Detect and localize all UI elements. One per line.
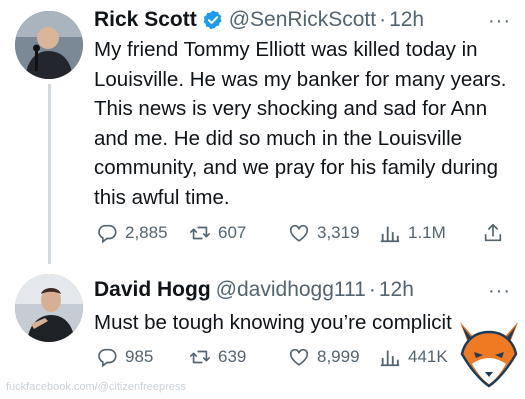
reply-button[interactable]: 2,885 xyxy=(96,222,168,244)
author-handle[interactable]: @davidhogg111 xyxy=(216,278,366,302)
like-button[interactable]: 8,999 xyxy=(288,346,360,368)
avatar[interactable] xyxy=(15,274,83,342)
timestamp[interactable]: 12h xyxy=(389,8,424,32)
more-options-icon[interactable]: ··· xyxy=(488,280,511,303)
avatar[interactable] xyxy=(15,11,83,79)
author-name[interactable]: Rick Scott xyxy=(94,8,197,32)
repost-icon xyxy=(190,350,210,364)
like-icon xyxy=(289,224,309,242)
like-icon xyxy=(289,348,309,366)
reply-icon xyxy=(98,348,117,368)
timestamp[interactable]: 12h xyxy=(379,278,414,302)
repost-count: 607 xyxy=(218,223,247,242)
tweet-actions: 2,885 607 3,319 1.1M xyxy=(94,222,511,248)
views-button[interactable]: 441K xyxy=(379,346,448,368)
repost-icon xyxy=(190,226,210,240)
reply-count: 985 xyxy=(125,347,154,366)
view-count: 441K xyxy=(408,347,448,366)
tweet-text: My friend Tommy Elliott was killed today… xyxy=(94,38,507,209)
watermark: fuckfacebook.com/@citizenfreepress xyxy=(6,381,186,393)
views-icon xyxy=(380,350,400,367)
tweet-header: David Hogg @davidhogg111 · 12h xyxy=(94,276,414,304)
tweet-rick-scott[interactable]: Rick Scott @SenRickScott · 12h ··· My fr… xyxy=(0,0,525,264)
fox-logo-icon xyxy=(460,322,518,388)
share-icon xyxy=(484,223,502,242)
author-handle[interactable]: @SenRickScott xyxy=(229,8,376,32)
view-count: 1.1M xyxy=(408,223,446,242)
like-count: 8,999 xyxy=(317,347,360,366)
reply-count: 2,885 xyxy=(125,223,168,242)
views-button[interactable]: 1.1M xyxy=(379,222,446,244)
like-button[interactable]: 3,319 xyxy=(288,222,360,244)
tweet-text: Must be tough knowing you’re complicit xyxy=(94,311,452,334)
share-button[interactable] xyxy=(482,222,511,244)
person-at-microphone-avatar-icon xyxy=(15,11,83,79)
like-count: 3,319 xyxy=(317,223,360,242)
tweet-actions: 985 639 8,999 441K xyxy=(94,346,511,372)
person-speaking-avatar-icon xyxy=(15,274,83,342)
tweet-david-hogg[interactable]: David Hogg @davidhogg111 · 12h ··· Must … xyxy=(0,262,525,399)
repost-button[interactable]: 639 xyxy=(189,346,246,368)
repost-button[interactable]: 607 xyxy=(189,222,246,244)
repost-count: 639 xyxy=(218,347,247,366)
reply-button[interactable]: 985 xyxy=(96,346,153,368)
verified-badge-icon xyxy=(203,10,222,30)
reply-icon xyxy=(98,224,117,244)
more-options-icon[interactable]: ··· xyxy=(488,10,511,33)
thread-line xyxy=(48,84,51,264)
tweet-header: Rick Scott @SenRickScott · 12h xyxy=(94,6,424,34)
separator-dot: · xyxy=(379,8,387,31)
separator-dot: · xyxy=(368,278,376,301)
author-name[interactable]: David Hogg xyxy=(94,278,211,302)
views-icon xyxy=(380,226,400,243)
